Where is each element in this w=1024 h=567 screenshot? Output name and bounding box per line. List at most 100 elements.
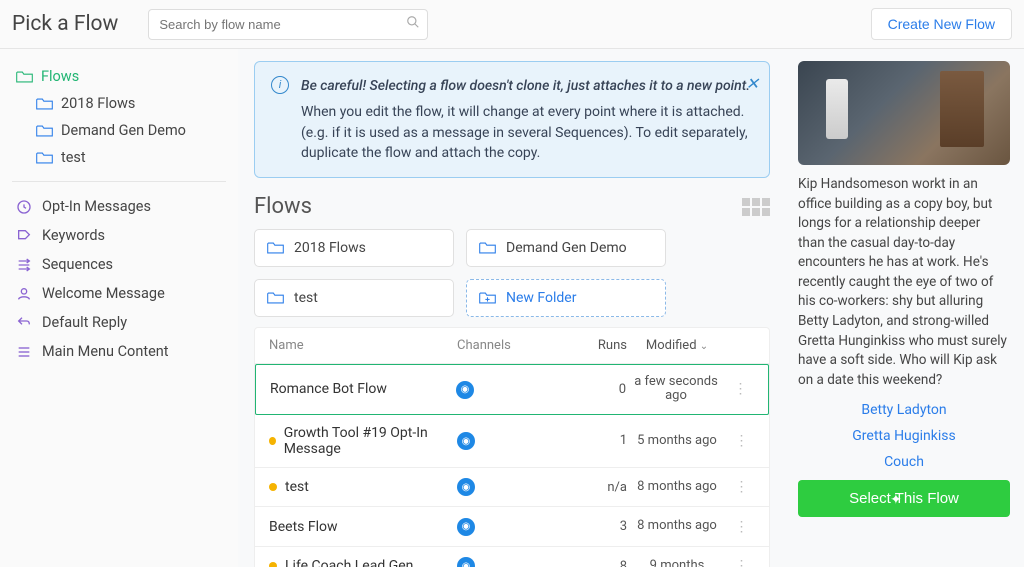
sidebar-folder[interactable]: 2018 Flows <box>12 90 226 117</box>
sidebar-folder-label: Demand Gen Demo <box>61 122 186 139</box>
sidebar-nav-item[interactable]: Welcome Message <box>12 279 226 308</box>
col-modified[interactable]: Modified ⌄ <box>627 339 727 353</box>
view-toggle[interactable] <box>742 198 770 216</box>
sidebar-nav-label: Keywords <box>42 227 105 244</box>
status-dot <box>269 562 277 567</box>
folder-icon <box>36 151 53 165</box>
menu-icon <box>16 344 32 360</box>
folder-card[interactable]: 2018 Flows <box>254 229 454 267</box>
row-menu-icon[interactable]: ⋮ <box>727 519 755 535</box>
channel-badge-messenger: ◉ <box>456 381 474 399</box>
status-dot <box>269 483 277 491</box>
cursor-icon: ✦ <box>890 491 902 508</box>
sidebar-nav-label: Sequences <box>42 256 113 273</box>
col-runs[interactable]: Runs <box>557 338 627 353</box>
channel-badge-messenger: ◉ <box>457 478 475 496</box>
main-content: i Be careful! Selecting a flow doesn't c… <box>238 49 786 567</box>
row-runs: 0 <box>556 382 626 397</box>
sidebar-nav-item[interactable]: Main Menu Content <box>12 337 226 366</box>
row-modified: a few seconds ago <box>626 375 726 404</box>
folder-card-label: 2018 Flows <box>294 240 366 256</box>
close-icon[interactable]: ✕ <box>746 72 759 95</box>
sidebar-nav-item[interactable]: Sequences <box>12 250 226 279</box>
new-folder-label: New Folder <box>506 290 576 306</box>
search-icon <box>406 15 420 33</box>
row-runs: 1 <box>557 433 627 448</box>
alert-emphasis: Be careful! Selecting a flow doesn't clo… <box>301 76 753 96</box>
chevron-down-icon: ⌄ <box>700 341 708 352</box>
preview-image <box>798 61 1010 165</box>
new-folder-icon <box>479 291 496 305</box>
welcome-icon <box>16 286 32 302</box>
info-icon: i <box>271 76 289 94</box>
folder-card-label: Demand Gen Demo <box>506 240 627 256</box>
alert-body: When you edit the flow, it will change a… <box>301 102 753 163</box>
preview-option[interactable]: Gretta Huginkiss <box>852 428 955 444</box>
sidebar-nav-label: Opt-In Messages <box>42 198 151 215</box>
create-new-flow-button[interactable]: Create New Flow <box>871 8 1012 40</box>
select-this-flow-button[interactable]: Select This Flow ✦ <box>798 480 1010 517</box>
reply-icon <box>16 315 32 331</box>
sidebar: Flows 2018 Flows Demand Gen Demo test Opt-… <box>0 49 238 567</box>
search-wrapper <box>148 9 428 40</box>
table-row[interactable]: Life Coach Lead Gen◉89 months⋮ <box>255 547 769 567</box>
row-runs: 3 <box>557 519 627 534</box>
folder-icon <box>36 124 53 138</box>
row-modified: 5 months ago <box>627 434 727 448</box>
row-name: Romance Bot Flow <box>270 381 387 397</box>
table-header: Name Channels Runs Modified ⌄ <box>255 328 769 364</box>
table-row[interactable]: test ◉ n/a8 months ago⋮ <box>255 468 769 508</box>
section-title: Flows <box>254 194 742 219</box>
table-row[interactable]: Growth Tool #19 Opt-In Message◉ 15 months… <box>255 415 769 468</box>
channel-badge-messenger: ◉ <box>457 518 475 536</box>
sidebar-folder-label: test <box>61 149 86 166</box>
sidebar-root-flows[interactable]: Flows <box>12 63 226 90</box>
preview-text: Kip Handsomeson workt in an office build… <box>798 175 1010 390</box>
col-name[interactable]: Name <box>269 338 457 353</box>
row-runs: n/a <box>557 480 627 495</box>
sidebar-nav-label: Main Menu Content <box>42 343 169 360</box>
row-menu-icon[interactable]: ⋮ <box>727 479 755 495</box>
sidebar-nav-item[interactable]: Keywords <box>12 221 226 250</box>
sidebar-root-label: Flows <box>41 68 79 85</box>
folder-icon <box>16 70 33 84</box>
page-title: Pick a Flow <box>12 12 118 36</box>
folder-card[interactable]: test <box>254 279 454 317</box>
folder-icon <box>479 241 496 255</box>
row-modified: 8 months ago <box>627 519 727 533</box>
sidebar-folder[interactable]: test <box>12 144 226 171</box>
new-folder-card[interactable]: New Folder <box>466 279 666 317</box>
sidebar-divider <box>12 181 226 182</box>
preview-option[interactable]: Betty Ladyton <box>861 402 946 418</box>
flows-table: Name Channels Runs Modified ⌄ Romance Bo… <box>254 327 770 567</box>
header: Pick a Flow Create New Flow <box>0 0 1024 49</box>
keywords-icon <box>16 228 32 244</box>
sidebar-nav-item[interactable]: Default Reply <box>12 308 226 337</box>
preview-panel: Kip Handsomeson workt in an office build… <box>786 49 1024 567</box>
alert-box: i Be careful! Selecting a flow doesn't c… <box>254 61 770 178</box>
row-name: Beets Flow <box>269 519 338 535</box>
optin-icon <box>16 199 32 215</box>
row-modified: 8 months ago <box>627 480 727 494</box>
sidebar-folder[interactable]: Demand Gen Demo <box>12 117 226 144</box>
sidebar-nav-label: Welcome Message <box>42 285 165 302</box>
table-row[interactable]: Romance Bot Flow ◉ 0a few seconds ago⋮ <box>255 364 769 415</box>
folder-icon <box>267 241 284 255</box>
sidebar-folder-label: 2018 Flows <box>61 95 135 112</box>
row-name: test <box>285 479 309 495</box>
channel-badge-messenger: ◉ <box>457 432 475 450</box>
sidebar-nav-label: Default Reply <box>42 314 127 331</box>
sidebar-nav-item[interactable]: Opt-In Messages <box>12 192 226 221</box>
sequences-icon <box>16 257 32 273</box>
folder-card[interactable]: Demand Gen Demo <box>466 229 666 267</box>
row-menu-icon[interactable]: ⋮ <box>726 381 754 397</box>
row-name: Growth Tool #19 Opt-In Message <box>284 425 457 457</box>
table-row[interactable]: Beets Flow ◉ 38 months ago⋮ <box>255 507 769 547</box>
folder-card-label: test <box>294 290 318 306</box>
status-dot <box>269 437 276 445</box>
folder-icon <box>36 97 53 111</box>
preview-option[interactable]: Couch <box>884 454 924 470</box>
search-input[interactable] <box>148 9 428 40</box>
col-channels[interactable]: Channels <box>457 338 557 353</box>
row-menu-icon[interactable]: ⋮ <box>727 433 755 449</box>
